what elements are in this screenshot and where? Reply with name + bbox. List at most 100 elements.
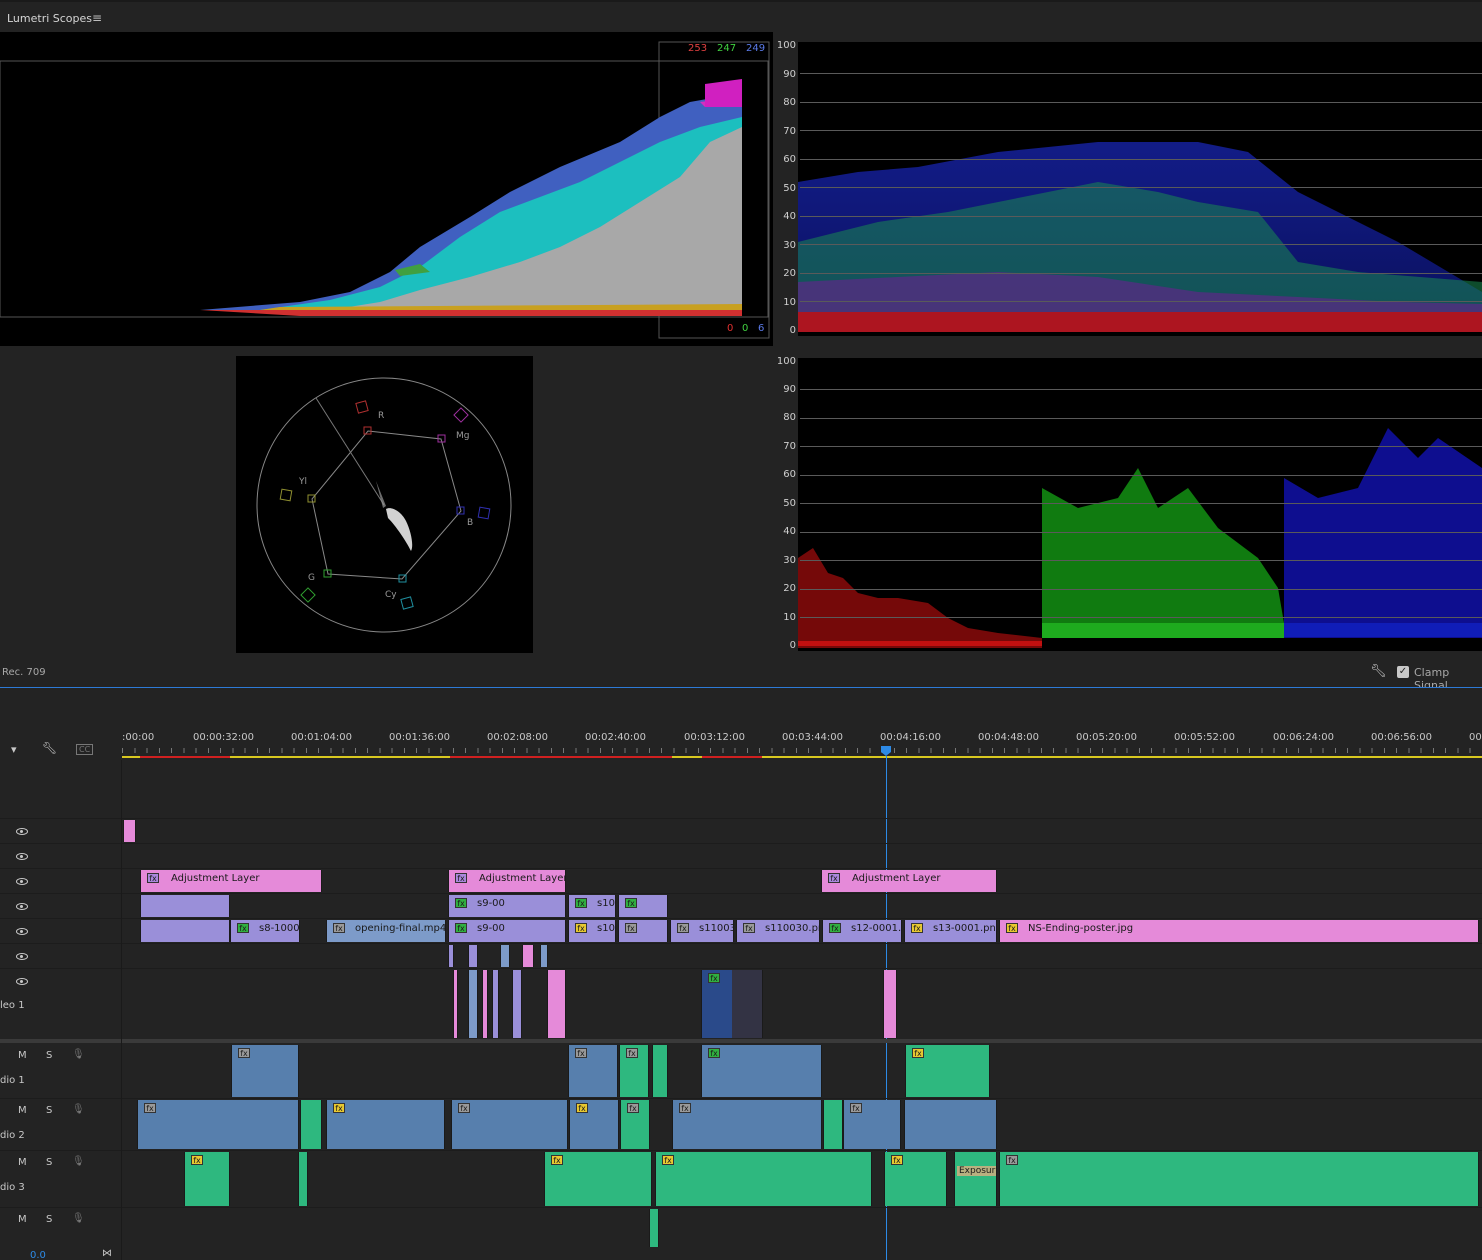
clip[interactable]: fx s11003 xyxy=(670,920,734,942)
clip[interactable]: fx xyxy=(618,895,668,917)
add-marker-icon[interactable]: ▾ xyxy=(11,743,17,756)
mute-button[interactable]: M xyxy=(18,1050,27,1061)
clip[interactable]: fx s10 xyxy=(568,920,616,942)
voiceover-mic-icon[interactable]: 🎙︎ xyxy=(72,1213,85,1224)
toggle-output-eye-icon[interactable] xyxy=(16,928,28,935)
wrench-icon[interactable]: 🔧︎ xyxy=(1370,664,1387,679)
adjustment-layer-clip[interactable]: fx Adjustment Layer xyxy=(140,870,322,892)
waveform-tick-100: 100 xyxy=(776,40,796,51)
toggle-output-eye-icon[interactable] xyxy=(16,853,28,860)
clip[interactable] xyxy=(540,945,548,967)
waveform-tick-40: 40 xyxy=(783,211,796,222)
audio-clip[interactable]: fx xyxy=(672,1100,822,1149)
mute-button[interactable]: M xyxy=(18,1214,27,1225)
clip[interactable]: fx s13-0001.pn xyxy=(904,920,997,942)
audio-clip[interactable]: fx xyxy=(137,1100,299,1149)
clip[interactable]: fx s10 xyxy=(568,895,616,917)
audio-clip[interactable]: fx xyxy=(884,1152,947,1206)
clip[interactable] xyxy=(468,945,478,967)
audio-track-label: dio 1 xyxy=(0,1075,25,1086)
clip[interactable] xyxy=(140,895,230,917)
audio-clip[interactable]: Exposur xyxy=(954,1152,997,1206)
solo-button[interactable]: S xyxy=(46,1105,52,1116)
clip[interactable] xyxy=(883,970,897,1038)
toggle-output-eye-icon[interactable] xyxy=(16,903,28,910)
toggle-output-eye-icon[interactable] xyxy=(16,953,28,960)
audio-clip[interactable]: fx xyxy=(569,1100,619,1149)
clip[interactable] xyxy=(512,970,522,1038)
clip[interactable]: fx s9-00 xyxy=(448,895,566,917)
adjustment-layer-clip[interactable]: fx Adjustment Layer xyxy=(821,870,997,892)
clip[interactable]: fx xyxy=(618,920,668,942)
clip[interactable] xyxy=(448,945,454,967)
audio-clip[interactable] xyxy=(652,1045,668,1097)
audio-clip[interactable]: fx xyxy=(619,1045,649,1097)
timeline-settings-wrench-icon[interactable]: 🔧︎ xyxy=(42,741,57,755)
clip-label: opening-final.mp4 [V] xyxy=(355,923,446,934)
color-standard-label[interactable]: Rec. 709 xyxy=(2,667,46,678)
voiceover-mic-icon[interactable]: 🎙︎ xyxy=(72,1104,85,1115)
clip[interactable] xyxy=(547,970,566,1038)
captions-icon[interactable]: CC xyxy=(76,744,94,755)
render-bar-red-1 xyxy=(140,756,230,758)
voiceover-mic-icon[interactable]: 🎙︎ xyxy=(72,1156,85,1167)
clip[interactable]: fx opening-final.mp4 [V] xyxy=(326,920,446,942)
fx-badge-icon: fx xyxy=(333,923,345,933)
mute-button[interactable]: M xyxy=(18,1105,27,1116)
audio-clip[interactable]: fx xyxy=(999,1152,1479,1206)
clip[interactable] xyxy=(123,820,136,842)
clip[interactable]: fx NS-Ending-poster.jpg xyxy=(999,920,1479,942)
clip[interactable]: fx s12-0001. xyxy=(822,920,902,942)
vectorscope-label-b: B xyxy=(467,518,474,528)
timecode-13: 00:06:56:00 xyxy=(1371,732,1433,743)
timecode-5: 00:02:40:00 xyxy=(585,732,647,743)
time-ruler[interactable]: :00:00 00:00:32:00 00:01:04:00 00:01:36:… xyxy=(122,728,1482,758)
clip[interactable]: fx s9-00 xyxy=(448,920,566,942)
audio-clip[interactable]: fx xyxy=(905,1045,990,1097)
audio-clip[interactable]: fx xyxy=(184,1152,230,1206)
clip[interactable] xyxy=(522,945,534,967)
audio-track-label: dio 2 xyxy=(0,1130,25,1141)
toggle-output-eye-icon[interactable] xyxy=(16,828,28,835)
clip[interactable] xyxy=(482,970,488,1038)
audio-clip[interactable]: fx xyxy=(326,1100,445,1149)
fx-badge-icon: fx xyxy=(237,923,249,933)
clip[interactable]: fx s110030.png xyxy=(736,920,820,942)
audio-clip[interactable]: fx xyxy=(568,1045,618,1097)
audio-clip[interactable] xyxy=(300,1100,322,1149)
audio-clip[interactable]: fx xyxy=(701,1045,822,1097)
solo-button[interactable]: S xyxy=(46,1050,52,1061)
audio-clip[interactable] xyxy=(823,1100,843,1149)
mute-button[interactable]: M xyxy=(18,1157,27,1168)
audio-clip[interactable]: fx xyxy=(620,1100,650,1149)
audio-clip[interactable]: fx xyxy=(231,1045,299,1097)
collapse-tracks-icon[interactable]: ⋈ xyxy=(102,1248,112,1259)
solo-button[interactable]: S xyxy=(46,1157,52,1168)
master-volume-value[interactable]: 0.0 xyxy=(30,1250,46,1260)
solo-button[interactable]: S xyxy=(46,1214,52,1225)
voiceover-mic-icon[interactable]: 🎙︎ xyxy=(72,1049,85,1060)
adjustment-layer-clip[interactable]: fx Adjustment Layer xyxy=(448,870,566,892)
clip-thumbnail[interactable]: fx xyxy=(701,970,763,1038)
audio-clip[interactable]: fx xyxy=(544,1152,652,1206)
clip[interactable] xyxy=(453,970,458,1038)
audio-clip[interactable]: fx xyxy=(655,1152,872,1206)
clip-label: Adjustment Layer xyxy=(171,873,260,884)
fx-badge-icon: fx xyxy=(575,923,587,933)
clip[interactable] xyxy=(468,970,478,1038)
clip[interactable] xyxy=(500,945,510,967)
toggle-output-eye-icon[interactable] xyxy=(16,978,28,985)
toggle-output-eye-icon[interactable] xyxy=(16,878,28,885)
audio-clip[interactable]: fx xyxy=(843,1100,901,1149)
clip[interactable] xyxy=(140,920,230,942)
audio-clip[interactable]: fx xyxy=(451,1100,568,1149)
clip[interactable] xyxy=(492,970,499,1038)
clamp-signal-checkbox[interactable]: ✓ xyxy=(1397,666,1409,678)
hamburger-menu-icon[interactable]: ≡ xyxy=(92,11,102,25)
video-audio-divider[interactable] xyxy=(0,1039,1482,1043)
clip[interactable]: fx s8-1000 xyxy=(230,920,300,942)
audio-clip[interactable] xyxy=(298,1152,308,1206)
audio-clip[interactable] xyxy=(649,1209,659,1247)
parade-tick-20: 20 xyxy=(783,583,796,594)
audio-clip[interactable] xyxy=(904,1100,997,1149)
